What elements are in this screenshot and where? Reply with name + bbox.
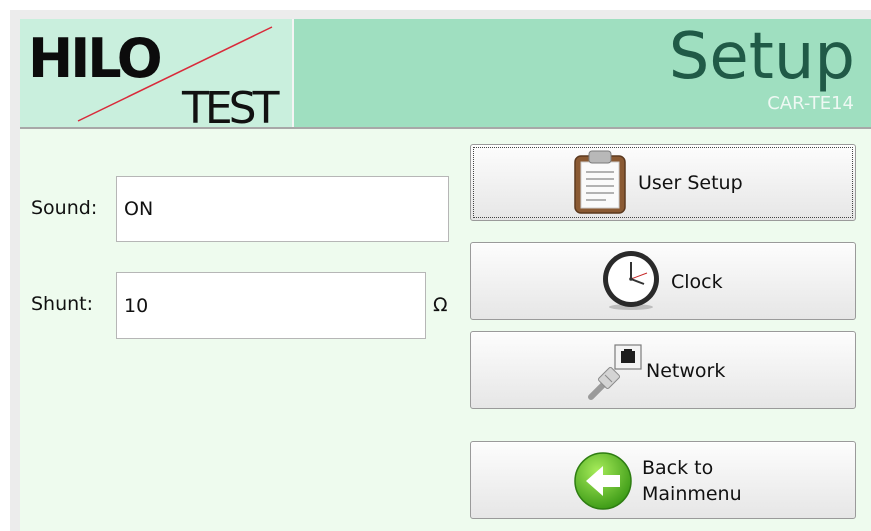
- hilo-test-logo: HILO TEST: [28, 26, 284, 127]
- header-bar: HILO TEST Setup CAR-TE14: [20, 19, 871, 129]
- shunt-field[interactable]: 10: [116, 272, 426, 339]
- back-label-line2: Mainmenu: [642, 483, 742, 505]
- network-label: Network: [646, 360, 726, 382]
- clock-button[interactable]: Clock: [470, 242, 856, 320]
- back-label-line1: Back to: [642, 457, 714, 479]
- page-title: Setup: [668, 20, 855, 94]
- network-plug-icon: [588, 344, 642, 400]
- back-arrow-icon: [574, 452, 632, 510]
- shunt-label: Shunt:: [31, 293, 94, 315]
- sound-field[interactable]: ON: [116, 176, 449, 242]
- device-id: CAR-TE14: [767, 93, 854, 114]
- back-to-mainmenu-button[interactable]: Back to Mainmenu: [470, 441, 856, 519]
- sound-label: Sound:: [31, 197, 98, 219]
- clock-icon: [603, 251, 659, 310]
- logo-hilo-text: HILO: [28, 27, 161, 90]
- user-setup-button[interactable]: User Setup: [470, 144, 856, 221]
- logo: HILO TEST: [20, 19, 294, 127]
- clipboard-icon: [574, 150, 626, 214]
- user-setup-label: User Setup: [638, 172, 743, 194]
- shunt-unit: Ω: [433, 294, 448, 316]
- logo-test-text: TEST: [181, 83, 280, 127]
- network-button[interactable]: Network: [470, 331, 856, 409]
- clock-label: Clock: [671, 271, 723, 293]
